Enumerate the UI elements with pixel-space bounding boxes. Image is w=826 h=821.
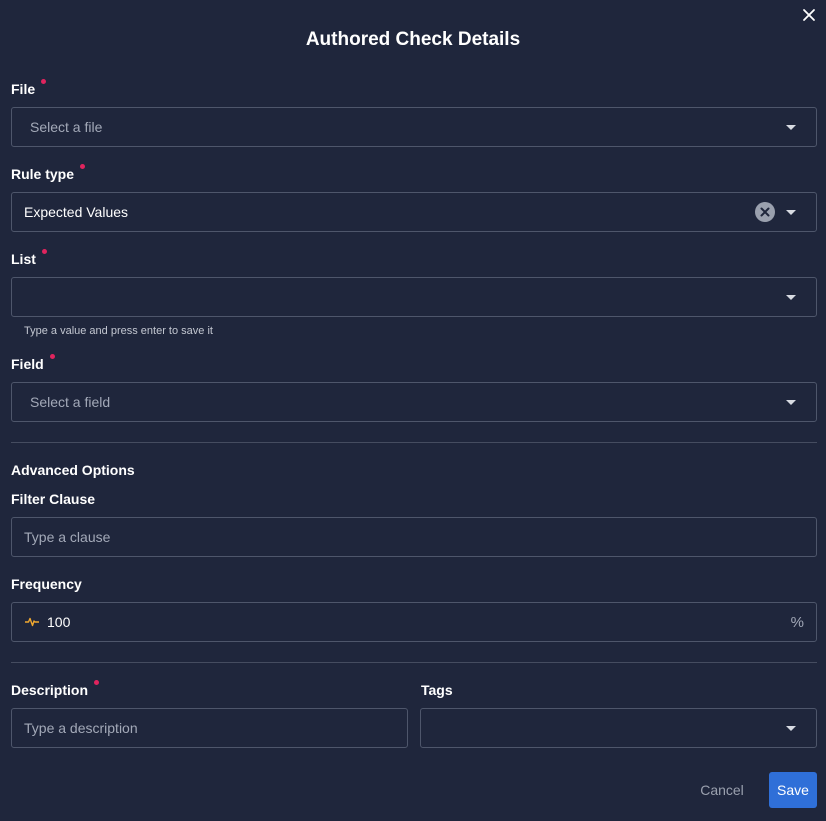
file-label-text: File <box>11 81 36 97</box>
required-indicator <box>41 79 47 84</box>
frequency-value: 100 <box>47 614 71 630</box>
close-button[interactable] <box>802 8 816 22</box>
dialog-title: Authored Check Details <box>305 29 521 50</box>
field-select-placeholder: Select a field <box>30 394 111 410</box>
required-indicator <box>41 249 47 254</box>
rule-type-label: Rule type <box>11 164 86 182</box>
list-label-text: List <box>11 251 36 267</box>
chevron-down-icon <box>786 124 796 130</box>
frequency-input[interactable]: 100 % <box>11 602 817 642</box>
close-icon <box>803 9 815 21</box>
required-indicator <box>94 680 100 685</box>
filter-clause-input[interactable]: Type a clause <box>11 517 817 557</box>
save-button[interactable]: Save <box>769 772 817 808</box>
chevron-down-icon <box>786 399 796 405</box>
list-select[interactable] <box>11 277 817 317</box>
divider <box>11 442 817 443</box>
divider <box>11 662 817 663</box>
list-label: List <box>11 249 47 267</box>
description-label-text: Description <box>11 682 89 698</box>
chevron-down-icon <box>786 209 796 215</box>
required-indicator <box>49 354 55 359</box>
file-select-placeholder: Select a file <box>30 119 103 135</box>
advanced-options-heading: Advanced Options <box>11 462 135 478</box>
tags-label: Tags <box>421 682 453 698</box>
field-label: Field <box>11 354 55 372</box>
filter-clause-label: Filter Clause <box>11 491 96 507</box>
percent-unit: % <box>790 613 804 631</box>
tags-select[interactable] <box>420 708 817 748</box>
pulse-icon <box>25 617 39 627</box>
file-select[interactable]: Select a file <box>11 107 817 147</box>
required-indicator <box>80 164 86 169</box>
rule-type-label-text: Rule type <box>11 166 75 182</box>
clear-icon[interactable] <box>755 202 775 222</box>
list-hint: Type a value and press enter to save it <box>24 325 213 337</box>
chevron-down-icon <box>786 294 796 300</box>
field-label-text: Field <box>11 356 44 372</box>
rule-type-select[interactable]: Expected Values <box>11 192 817 232</box>
filter-clause-placeholder: Type a clause <box>24 529 111 545</box>
cancel-button[interactable]: Cancel <box>688 772 756 808</box>
rule-type-value: Expected Values <box>24 204 129 220</box>
chevron-down-icon <box>786 725 796 731</box>
description-input[interactable]: Type a description <box>11 708 408 748</box>
file-label: File <box>11 79 47 97</box>
field-select[interactable]: Select a field <box>11 382 817 422</box>
frequency-label: Frequency <box>11 576 82 592</box>
description-label: Description <box>11 680 100 698</box>
description-placeholder: Type a description <box>24 720 138 736</box>
